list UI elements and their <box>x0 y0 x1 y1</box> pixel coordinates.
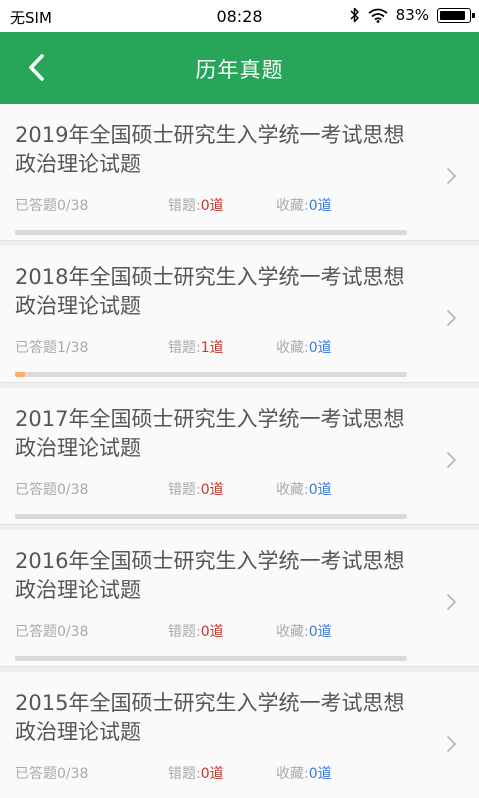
page-title: 历年真题 <box>195 58 284 82</box>
answered-value: 0/38 <box>57 198 89 214</box>
wrong-count: 错题:0道 <box>168 479 224 499</box>
battery-level <box>440 10 465 20</box>
favorite-label: 收藏: <box>276 340 309 356</box>
wrong-value: 0道 <box>200 482 224 498</box>
answered-count: 已答题0/38 <box>15 195 88 215</box>
progress-bar <box>15 230 407 235</box>
status-bar: 无SIM 08:28 83% <box>0 0 479 32</box>
battery-icon <box>437 7 475 23</box>
answered-count: 已答题0/38 <box>15 621 88 641</box>
answered-label: 已答题 <box>15 624 57 640</box>
answered-count: 已答题0/38 <box>15 763 88 783</box>
exam-title: 2019年全国硕士研究生入学统一考试思想政治理论试题 <box>15 123 405 176</box>
answered-value: 1/38 <box>57 340 89 356</box>
wrong-label: 错题: <box>168 340 201 356</box>
answered-value: 0/38 <box>57 482 89 498</box>
chevron-right-icon <box>447 594 456 610</box>
exam-list-item[interactable]: 2017年全国硕士研究生入学统一考试思想政治理论试题 已答题0/38 错题:0道… <box>0 388 479 525</box>
chevron-right-icon <box>447 168 456 184</box>
favorite-value: 0道 <box>308 766 332 782</box>
favorite-count: 收藏:0道 <box>276 195 332 215</box>
exam-title: 2016年全国硕士研究生入学统一考试思想政治理论试题 <box>15 549 405 602</box>
wrong-count: 错题:0道 <box>168 195 224 215</box>
favorite-value: 0道 <box>308 624 332 640</box>
exam-list-item[interactable]: 2016年全国硕士研究生入学统一考试思想政治理论试题 已答题0/38 错题:0道… <box>0 530 479 667</box>
wifi-icon <box>368 8 388 23</box>
progress-fill <box>15 372 26 377</box>
chevron-right-icon <box>447 736 456 752</box>
progress-bar <box>15 514 407 519</box>
answered-label: 已答题 <box>15 198 57 214</box>
favorite-value: 0道 <box>308 482 332 498</box>
progress-bar <box>15 656 407 661</box>
chevron-right-icon <box>447 452 456 468</box>
favorite-value: 0道 <box>308 198 332 214</box>
wrong-value: 1道 <box>200 340 224 356</box>
status-icons: 83% <box>350 6 475 24</box>
answered-label: 已答题 <box>15 766 57 782</box>
favorite-count: 收藏:0道 <box>276 479 332 499</box>
wrong-value: 0道 <box>200 624 224 640</box>
wrong-count: 错题:1道 <box>168 337 224 357</box>
exam-title: 2017年全国硕士研究生入学统一考试思想政治理论试题 <box>15 407 405 460</box>
battery-percent: 83% <box>395 6 429 24</box>
exam-list[interactable]: 2019年全国硕士研究生入学统一考试思想政治理论试题 已答题0/38 错题:0道… <box>0 104 479 798</box>
favorite-count: 收藏:0道 <box>276 337 332 357</box>
wrong-label: 错题: <box>168 766 201 782</box>
favorite-label: 收藏: <box>276 624 309 640</box>
header: 历年真题 <box>0 32 479 104</box>
favorite-label: 收藏: <box>276 766 309 782</box>
favorite-label: 收藏: <box>276 198 309 214</box>
favorite-count: 收藏:0道 <box>276 621 332 641</box>
wrong-label: 错题: <box>168 624 201 640</box>
progress-bar <box>15 372 407 377</box>
exam-list-item[interactable]: 2019年全国硕士研究生入学统一考试思想政治理论试题 已答题0/38 错题:0道… <box>0 104 479 241</box>
answered-count: 已答题0/38 <box>15 479 88 499</box>
exam-list-item[interactable]: 2015年全国硕士研究生入学统一考试思想政治理论试题 已答题0/38 错题:0道… <box>0 672 479 798</box>
wrong-value: 0道 <box>200 766 224 782</box>
answered-value: 0/38 <box>57 766 89 782</box>
answered-label: 已答题 <box>15 340 57 356</box>
exam-list-item[interactable]: 2018年全国硕士研究生入学统一考试思想政治理论试题 已答题1/38 错题:1道… <box>0 246 479 383</box>
exam-title: 2018年全国硕士研究生入学统一考试思想政治理论试题 <box>15 265 405 318</box>
wrong-value: 0道 <box>200 198 224 214</box>
favorite-count: 收藏:0道 <box>276 763 332 783</box>
wrong-count: 错题:0道 <box>168 621 224 641</box>
bluetooth-icon <box>350 7 359 23</box>
chevron-right-icon <box>447 310 456 326</box>
exam-title: 2015年全国硕士研究生入学统一考试思想政治理论试题 <box>15 691 405 744</box>
answered-value: 0/38 <box>57 624 89 640</box>
favorite-label: 收藏: <box>276 482 309 498</box>
wrong-count: 错题:0道 <box>168 763 224 783</box>
answered-label: 已答题 <box>15 482 57 498</box>
wrong-label: 错题: <box>168 198 201 214</box>
favorite-value: 0道 <box>308 340 332 356</box>
wrong-label: 错题: <box>168 482 201 498</box>
answered-count: 已答题1/38 <box>15 337 88 357</box>
